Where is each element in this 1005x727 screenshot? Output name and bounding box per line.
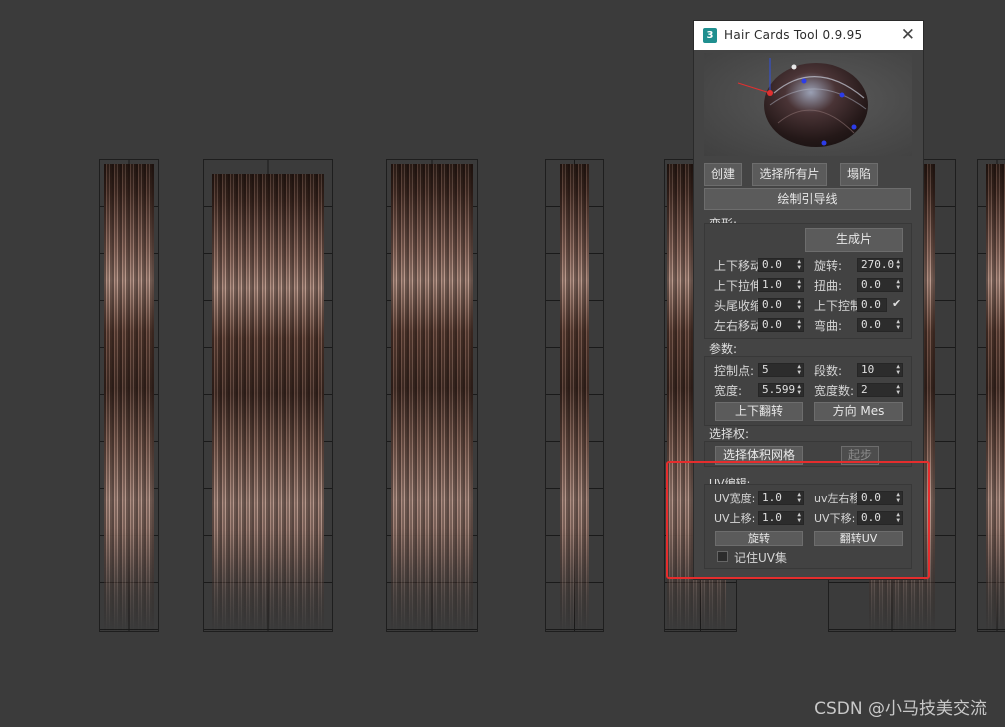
hair-card-4[interactable] — [545, 159, 604, 632]
rotate-label: 旋转: — [814, 259, 843, 273]
close-icon[interactable]: ✕ — [901, 25, 915, 45]
checkmark-icon[interactable]: ✔ — [892, 297, 901, 310]
params-group-label: 参数: — [709, 342, 738, 356]
hair-texture — [104, 164, 154, 631]
control-points-spinner[interactable]: 5 ▲ ▼ — [758, 363, 804, 377]
spinner-value: 5 — [762, 363, 769, 376]
create-button[interactable]: 创建 — [704, 163, 742, 186]
vertical-control-spinner[interactable]: 0.0 — [857, 298, 887, 312]
spinner-arrows-icon[interactable]: ▲ ▼ — [797, 279, 801, 291]
spinner-arrows-icon[interactable]: ▲ ▼ — [797, 299, 801, 311]
spinner-value: 2 — [861, 383, 868, 396]
bend-label: 弯曲: — [814, 319, 843, 333]
move-vertical-spinner[interactable]: 0.0 ▲ ▼ — [758, 258, 804, 272]
hair-card-2[interactable] — [203, 159, 333, 632]
hair-texture — [986, 164, 1005, 631]
watermark: CSDN @小马技美交流 — [814, 699, 987, 719]
spinner-value: 0.0 — [861, 298, 881, 311]
rotate-spinner[interactable]: 270.0 ▲ ▼ — [857, 258, 903, 272]
spinner-arrows-icon[interactable]: ▲ ▼ — [797, 364, 801, 376]
hair-card-1[interactable] — [99, 159, 159, 632]
segments-spinner[interactable]: 10 ▲ ▼ — [857, 363, 903, 377]
flip-vertical-button[interactable]: 上下翻转 — [715, 402, 803, 421]
bend-spinner[interactable]: 0.0 ▲ ▼ — [857, 318, 903, 332]
vertical-control-label: 上下控制 — [814, 299, 858, 313]
taper-spinner[interactable]: 0.0 ▲ ▼ — [758, 298, 804, 312]
twist-spinner[interactable]: 0.0 ▲ ▼ — [857, 278, 903, 292]
spinner-arrows-icon[interactable]: ▲ ▼ — [797, 319, 801, 331]
spinner-value: 10 — [861, 363, 875, 376]
direction-button[interactable]: 方向 Mes — [814, 402, 903, 421]
hair-texture — [391, 164, 473, 631]
select-all-cards-button[interactable]: 选择所有片 — [752, 163, 827, 186]
spinner-value: 0.0 — [762, 258, 782, 271]
width-label: 宽度: — [714, 384, 743, 398]
preview-image — [704, 53, 912, 156]
selection-group-label: 选择权: — [709, 427, 750, 441]
draw-guide-button[interactable]: 绘制引导线 — [704, 188, 911, 210]
hair-preview-render — [737, 58, 868, 147]
width-count-spinner[interactable]: 2 ▲ ▼ — [857, 383, 903, 397]
title-bar[interactable]: 3 Hair Cards Tool 0.9.95 ✕ — [694, 21, 923, 50]
app-icon: 3 — [703, 28, 717, 43]
spinner-value: 5.599 — [762, 383, 796, 396]
move-horizontal-spinner[interactable]: 0.0 ▲ ▼ — [758, 318, 804, 332]
hair-card-7[interactable] — [977, 159, 1005, 632]
window-title: Hair Cards Tool 0.9.95 — [724, 28, 863, 42]
stretch-vertical-spinner[interactable]: 1.0 ▲ ▼ — [758, 278, 804, 292]
spinner-arrows-icon[interactable]: ▲ ▼ — [896, 319, 900, 331]
move-horizontal-label: 左右移动 — [714, 319, 758, 333]
spinner-arrows-icon[interactable]: ▲ ▼ — [797, 259, 801, 271]
hair-texture — [212, 174, 324, 631]
spinner-arrows-icon[interactable]: ▲ ▼ — [797, 384, 801, 396]
spinner-value: 270.0 — [861, 258, 895, 271]
deform-group: 生成片 上下移动 0.0 ▲ ▼ 旋转: 270.0 ▲ ▼ 上下拉伸 1.0 ▲ ▼ 扭曲… — [704, 223, 912, 339]
spinner-arrows-icon[interactable]: ▲ ▼ — [896, 279, 900, 291]
spinner-arrows-icon[interactable]: ▲ ▼ — [896, 364, 900, 376]
spinner-value: 0.0 — [861, 278, 881, 291]
spinner-value: 0.0 — [861, 318, 881, 331]
width-count-label: 宽度数: — [814, 384, 855, 398]
spinner-value: 0.0 — [762, 298, 782, 311]
collapse-button[interactable]: 塌陷 — [840, 163, 878, 186]
uv-edit-highlight-box — [666, 461, 930, 579]
twist-label: 扭曲: — [814, 279, 843, 293]
segments-label: 段数: — [814, 364, 843, 378]
hair-texture — [560, 164, 589, 631]
spinner-value: 1.0 — [762, 278, 782, 291]
spinner-arrows-icon[interactable]: ▲ ▼ — [896, 259, 900, 271]
spinner-value: 0.0 — [762, 318, 782, 331]
hair-card-3[interactable] — [386, 159, 478, 632]
stretch-vertical-label: 上下拉伸 — [714, 279, 758, 293]
spinner-arrows-icon[interactable]: ▲ ▼ — [896, 384, 900, 396]
control-points-label: 控制点: — [714, 364, 755, 378]
generate-cards-button[interactable]: 生成片 — [805, 228, 903, 252]
taper-label: 头尾收缩 — [714, 299, 758, 313]
params-group: 控制点: 5 ▲ ▼ 段数: 10 ▲ ▼ 宽度: 5.599 ▲ ▼ 宽度数: 2 ▲ ▼ 上… — [704, 356, 912, 426]
width-spinner[interactable]: 5.599 ▲ ▼ — [758, 383, 804, 397]
move-vertical-label: 上下移动 — [714, 259, 758, 273]
